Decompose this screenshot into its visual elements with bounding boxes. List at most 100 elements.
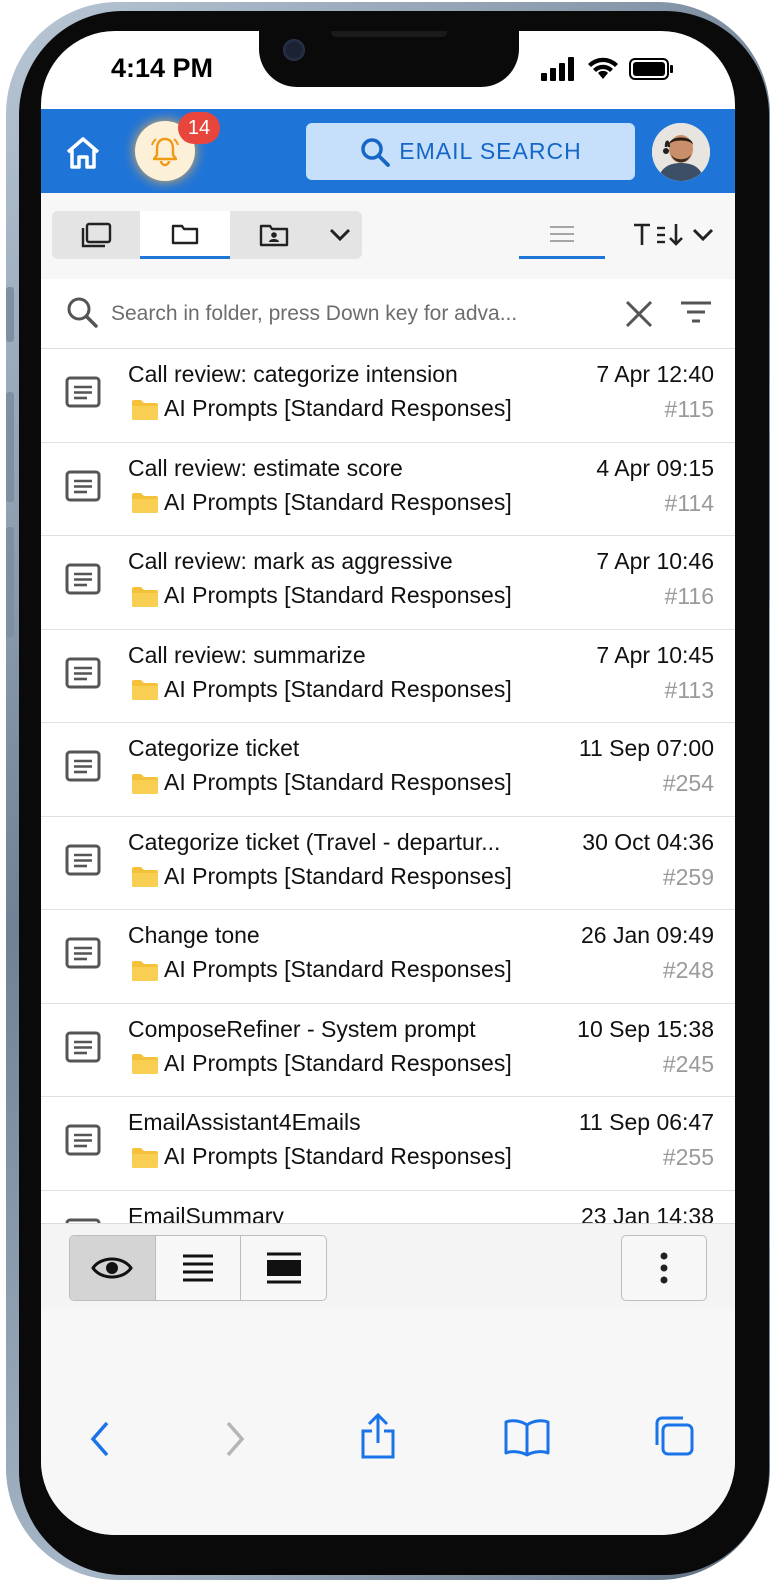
battery-icon [629, 58, 673, 80]
dense-lines-icon [183, 1254, 213, 1282]
shared-folder-tab[interactable] [230, 211, 318, 259]
clear-search-icon[interactable] [624, 299, 654, 329]
item-id: #115 [664, 396, 714, 422]
item-title: Call review: mark as aggressive [128, 548, 453, 574]
screen: 4:14 PM 14 EMAIL SEARCH Search in folder… [41, 31, 735, 1535]
list-item[interactable]: Categorize ticket (Travel - departur... A… [41, 817, 735, 910]
list-item[interactable]: EmailSummaryAI Prompts [Standard Respons… [41, 1191, 735, 1224]
forward-icon[interactable] [224, 1419, 246, 1459]
volume-down-button [6, 527, 14, 637]
item-id: #255 [662, 1144, 714, 1170]
status-icons [541, 57, 675, 81]
tabs-icon[interactable] [653, 1415, 695, 1457]
item-folder: AI Prompts [Standard Responses] [130, 769, 512, 796]
all-folders-tab[interactable] [52, 211, 140, 259]
document-icon [65, 376, 101, 408]
folder-tab[interactable] [140, 211, 230, 259]
document-icon [65, 1124, 101, 1156]
item-id: #114 [664, 489, 714, 516]
document-icon [65, 657, 101, 688]
search-icon [67, 297, 98, 328]
item-date: 11 Sep 06:47 [578, 1109, 714, 1135]
folders-stack-icon [81, 222, 112, 248]
item-date: 7 Apr 12:40 [596, 361, 714, 387]
browser-toolbar [41, 1309, 735, 1535]
document-icon [65, 470, 101, 501]
item-id: #248 [662, 957, 714, 983]
email-search-label: EMAIL SEARCH [399, 138, 582, 164]
item-title: Call review: categorize intension [128, 361, 458, 387]
signal-icon [541, 57, 574, 81]
chevron-down-icon [329, 228, 351, 242]
folder-icon [171, 224, 199, 244]
home-button[interactable] [63, 133, 103, 173]
folder-search-input[interactable] [111, 294, 551, 334]
folder-dropdown-button[interactable] [318, 211, 362, 259]
item-folder-label: AI Prompts [Standard Responses] [164, 769, 512, 795]
sort-button[interactable] [627, 211, 719, 259]
share-icon[interactable] [359, 1413, 397, 1459]
bookmarks-icon[interactable] [504, 1417, 550, 1457]
list-view-toggle[interactable] [519, 211, 605, 259]
filter-icon[interactable] [679, 299, 713, 327]
item-folder-label: AI Prompts [Standard Responses] [164, 956, 512, 982]
item-title: Change tone [128, 922, 260, 948]
item-title: EmailAssistant4Emails [128, 1109, 361, 1135]
item-date: 11 Sep 07:00 [578, 735, 714, 761]
volume-up-button [6, 392, 14, 502]
list-item[interactable]: Categorize ticket AI Prompts [Standard Re… [41, 723, 735, 817]
message-list: Call review: categorize intension AI Prom… [41, 349, 735, 1223]
folder-icon [132, 399, 158, 420]
folder-icon [132, 493, 158, 513]
item-date: 26 Jan 09:49 [580, 922, 714, 948]
item-folder-label: AI Prompts [Standard Responses] [164, 862, 512, 889]
list-item[interactable]: EmailAssistant4Emails AI Prompts [Standar… [41, 1097, 735, 1191]
sort-text-icon [634, 223, 683, 246]
expanded-list-button[interactable] [241, 1236, 326, 1300]
eye-icon [91, 1257, 134, 1279]
search-icon [361, 137, 391, 167]
item-date: 23 Jan 14:38 [580, 1202, 714, 1224]
user-avatar[interactable] [652, 123, 710, 181]
compact-list-button[interactable] [156, 1236, 242, 1300]
wifi-icon [588, 57, 618, 79]
list-item[interactable]: Call review: mark as aggressive AI Prompt… [41, 536, 735, 630]
item-title: Call review: summarize [128, 641, 366, 668]
folder-search-bar [41, 279, 735, 349]
app-header: 14 EMAIL SEARCH [41, 109, 735, 193]
back-icon[interactable] [89, 1419, 111, 1459]
item-folder: AI Prompts [Standard Responses] [130, 956, 512, 983]
item-date: 10 Sep 15:38 [577, 1015, 714, 1042]
folder-icon [132, 1054, 158, 1074]
item-folder: AI Prompts [Standard Responses] [130, 1143, 512, 1170]
chevron-down-icon [692, 228, 714, 242]
folder-icon [132, 680, 158, 700]
item-folder-label: AI Prompts [Standard Responses] [164, 675, 512, 702]
notification-count-badge: 14 [178, 112, 220, 144]
item-id: #254 [662, 770, 714, 796]
item-date: 7 Apr 10:46 [596, 548, 714, 574]
folder-toolbar [41, 193, 735, 280]
folder-icon [132, 586, 158, 607]
item-date: 7 Apr 10:45 [596, 641, 714, 668]
item-id: #116 [664, 583, 714, 609]
item-folder-label: AI Prompts [Standard Responses] [164, 582, 512, 608]
list-item[interactable]: Call review: estimate score AI Prompts [S… [41, 443, 735, 536]
item-folder-label: AI Prompts [Standard Responses] [164, 395, 512, 421]
folder-icon [132, 867, 158, 887]
email-search-button[interactable]: EMAIL SEARCH [306, 123, 635, 180]
document-icon [65, 750, 101, 782]
list-item[interactable]: Change tone AI Prompts [Standard Response… [41, 910, 735, 1004]
list-item[interactable]: Call review: categorize intension AI Prom… [41, 349, 735, 443]
list-item[interactable]: ComposeRefiner - System prompt AI Prompts… [41, 1004, 735, 1097]
document-icon [65, 1031, 101, 1062]
item-id: #113 [664, 676, 714, 703]
bell-icon [151, 137, 179, 167]
item-title: EmailSummary [128, 1202, 284, 1224]
list-lines-icon [550, 225, 574, 242]
avatar-image [652, 123, 710, 181]
more-options-button[interactable] [621, 1235, 707, 1301]
document-icon [65, 937, 101, 969]
preview-mode-button[interactable] [70, 1236, 156, 1300]
list-item[interactable]: Call review: summarize AI Prompts [Standa… [41, 630, 735, 723]
